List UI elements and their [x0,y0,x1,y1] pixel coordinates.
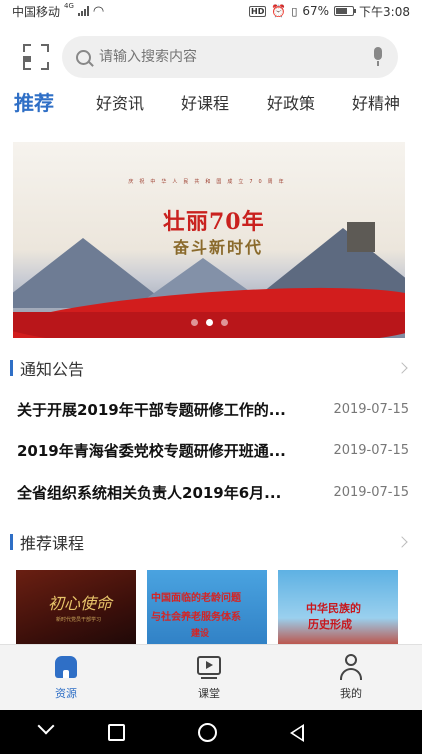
section-accent-bar [10,534,13,550]
status-bar: 中国移动 4G ◠ HD ⏰ ▯ 67% 下午3:08 [0,0,422,22]
chevron-right-icon[interactable] [396,362,408,374]
nav-profile[interactable]: 我的 [321,653,381,709]
home-button-icon[interactable] [198,723,217,742]
course-thumb-title: 与社会养老服务体系 [151,612,241,623]
course-thumb-subtitle: 新时代党员干部学习 [56,617,102,623]
section-title: 通知公告 [20,360,85,379]
tab-courses[interactable]: 好课程 [181,90,229,114]
course-card[interactable]: 中国面临的老龄问题 与社会养老服务体系 建设 [147,570,267,644]
course-card[interactable]: 初心使命 新时代党员干部学习 [16,570,136,644]
banner-carousel[interactable]: 庆祝中华人民共和国成立70周年 壮丽70年 奋斗新时代 [13,142,405,338]
section-accent-bar [10,360,13,376]
banner-slogan: 奋斗新时代 [173,238,264,257]
notice-title: 2019年青海省委党校专题研修开班通... [17,441,286,460]
notice-item[interactable]: 关于开展2019年干部专题研修工作的... 2019-07-15 [17,396,409,422]
search-bar[interactable] [62,36,398,78]
battery-icon [334,6,357,16]
course-thumb-title: 中国面临的老龄问题 [151,593,241,604]
tab-recommended[interactable]: 推荐 [14,87,54,116]
course-thumb-title: 历史形成 [308,618,352,631]
bottom-nav: 资源 课堂 我的 [0,644,422,710]
hd-badge: HD [249,5,267,17]
carrier-label: 中国移动 [12,4,61,19]
notice-item[interactable]: 全省组织系统相关负责人2019年6月... 2019-07-15 [17,479,409,505]
carousel-indicator [13,319,405,326]
nav-label: 课堂 [198,687,220,700]
hide-keyboard-icon[interactable] [37,717,55,735]
clock: 下午3:08 [359,4,410,19]
carousel-dot[interactable] [205,319,213,326]
notice-title: 全省组织系统相关负责人2019年6月... [17,483,282,502]
tab-policies[interactable]: 好政策 [267,90,315,114]
carousel-dot[interactable] [190,319,198,326]
courses-header[interactable]: 推荐课程 [0,531,422,553]
course-thumb-title: 初心使命 [48,594,113,613]
notice-date: 2019-07-15 [333,484,409,500]
nav-label: 我的 [340,687,362,700]
course-thumb-title: 建设 [191,629,210,639]
notice-item[interactable]: 2019年青海省委党校专题研修开班通... 2019-07-15 [17,437,409,463]
nav-classroom[interactable]: 课堂 [179,653,239,709]
course-list: 初心使命 新时代党员干部学习 中国面临的老龄问题 与社会养老服务体系 建设 中华… [16,570,408,644]
nav-resources[interactable]: 资源 [36,653,96,709]
network-type: 4G [64,2,74,10]
wifi-icon: ◠ [92,3,105,19]
signal-icon [77,6,89,16]
notice-title: 关于开展2019年干部专题研修工作的... [17,400,286,419]
back-icon[interactable] [290,724,304,742]
great-wall-tower [347,222,375,252]
banner-title: 壮丽70年 [163,209,265,235]
chevron-right-icon[interactable] [396,536,408,548]
battery-percent: 67% [302,4,330,18]
profile-icon [337,653,365,681]
search-input[interactable] [99,49,339,65]
recents-icon[interactable] [108,724,125,741]
notice-date: 2019-07-15 [333,401,409,417]
home-icon [52,653,80,681]
section-title: 推荐课程 [20,534,85,553]
notices-header[interactable]: 通知公告 [0,357,422,379]
alarm-icon: ⏰ [271,4,287,18]
microphone-icon[interactable] [372,47,384,67]
course-card[interactable]: 中华民族的 历史形成 [278,570,398,644]
tab-news[interactable]: 好资讯 [96,90,144,114]
scan-qr-icon[interactable] [23,44,49,70]
course-thumb-title: 中华民族的 [306,602,361,615]
vibrate-icon: ▯ [291,4,298,18]
category-tabs: 推荐 好资讯 好课程 好政策 好精神 [0,86,422,120]
system-nav-bar [0,710,422,754]
search-icon [76,49,91,65]
nav-label: 资源 [55,687,77,700]
tab-spirit[interactable]: 好精神 [352,90,400,114]
carousel-dot[interactable] [220,319,228,326]
notice-date: 2019-07-15 [333,442,409,458]
video-classroom-icon [195,653,223,681]
banner-subtitle: 庆祝中华人民共和国成立70周年 [128,179,290,185]
search-row [0,36,422,78]
